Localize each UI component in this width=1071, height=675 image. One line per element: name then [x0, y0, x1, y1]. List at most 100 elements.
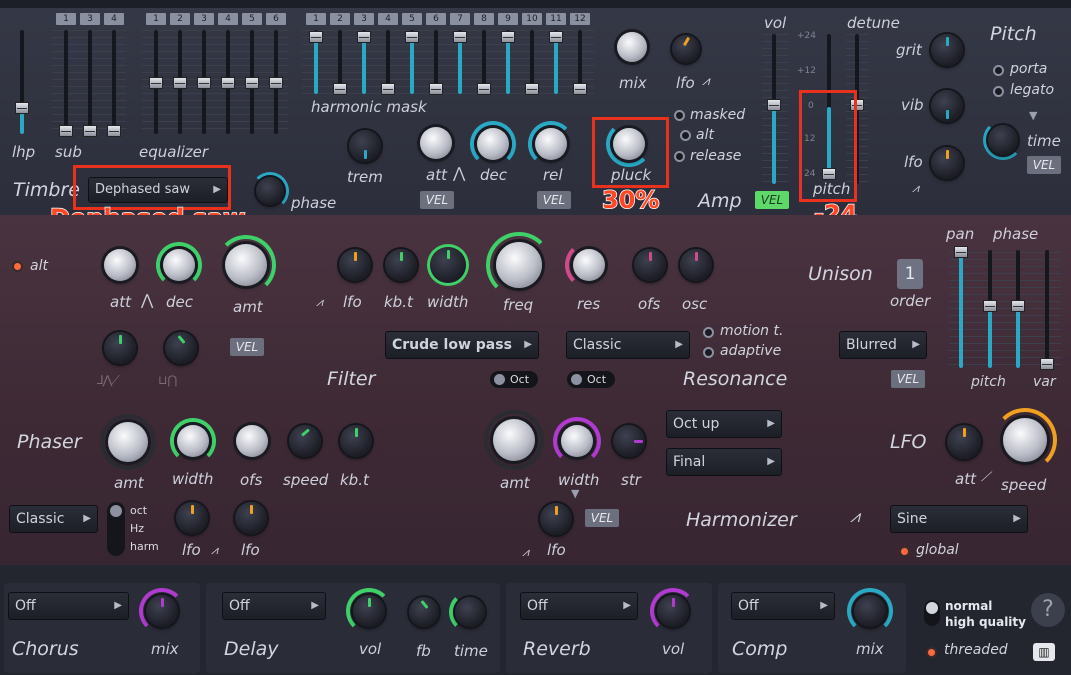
harm-str-knob[interactable]	[613, 425, 645, 457]
sub-slider-3[interactable]	[88, 30, 92, 134]
eq-handle-6[interactable]	[269, 77, 283, 89]
var-handle[interactable]	[1040, 358, 1054, 370]
unison-pitch-handle[interactable]	[983, 300, 997, 312]
delay-vol-knob[interactable]	[353, 595, 385, 627]
vol-handle[interactable]	[767, 99, 781, 111]
phaser-unit-switch[interactable]	[107, 502, 125, 556]
unison-phase-handle[interactable]	[1011, 300, 1025, 312]
phase-knob[interactable]	[256, 177, 284, 205]
pitch-lfo-knob[interactable]	[931, 147, 963, 179]
filter-lfo-knob[interactable]	[339, 249, 371, 281]
phaser-kbt-knob[interactable]	[340, 425, 372, 457]
hm-handle-1[interactable]	[309, 31, 323, 43]
filter-oct-toggle[interactable]: Oct	[490, 371, 538, 388]
lfo-global-radio[interactable]	[899, 546, 910, 557]
masked-radio[interactable]	[674, 110, 685, 121]
eq-handle-1[interactable]	[149, 77, 163, 89]
help-button[interactable]: ?	[1031, 593, 1065, 627]
filter-vel-button[interactable]: VEL	[230, 338, 264, 356]
legato-radio[interactable]	[993, 86, 1004, 97]
sub-handle-4[interactable]	[107, 125, 121, 137]
unison-mode-dropdown[interactable]: Blurred ▶	[839, 331, 927, 359]
filter-env-shape2-knob[interactable]	[165, 332, 197, 364]
filter-amt-knob[interactable]	[225, 244, 267, 286]
att-knob[interactable]	[420, 127, 452, 159]
filter-type-dropdown[interactable]: Crude low pass ▶	[385, 331, 539, 359]
phaser-ofs-knob[interactable]	[236, 425, 268, 457]
order-value[interactable]: 1	[897, 259, 923, 289]
filter-width-knob[interactable]	[430, 247, 466, 283]
mix-knob[interactable]	[617, 32, 647, 62]
ofs-knob[interactable]	[634, 249, 666, 281]
grit-knob[interactable]	[931, 34, 963, 66]
hm-handle-2[interactable]	[333, 83, 347, 95]
hm-handle-11[interactable]	[549, 31, 563, 43]
var-slider[interactable]	[1045, 250, 1049, 368]
delay-fb-knob[interactable]	[409, 597, 439, 627]
pan-handle[interactable]	[954, 246, 968, 258]
sub-handle-3[interactable]	[83, 125, 97, 137]
lfo-att-knob[interactable]	[947, 425, 981, 459]
hm-handle-5[interactable]	[405, 31, 419, 43]
unison-vel-button[interactable]: VEL	[891, 370, 925, 388]
quality-switch[interactable]	[924, 600, 940, 626]
hm-handle-8[interactable]	[477, 83, 491, 95]
delay-mode-dropdown[interactable]: Off ▶	[222, 592, 326, 620]
phaser-lfo2-knob[interactable]	[235, 502, 267, 534]
keyboard-icon[interactable]: ▥	[1033, 643, 1055, 661]
hm-handle-4[interactable]	[381, 83, 395, 95]
filter-alt-radio[interactable]	[12, 261, 23, 272]
hm-handle-7[interactable]	[453, 31, 467, 43]
motion-t-radio[interactable]	[703, 327, 714, 338]
lfo-knob[interactable]	[672, 35, 700, 63]
harm-lfo-knob[interactable]	[540, 503, 572, 535]
hm-handle-10[interactable]	[525, 83, 539, 95]
comp-mix-knob[interactable]	[854, 595, 886, 627]
comp-mode-dropdown[interactable]: Off ▶	[731, 592, 835, 620]
sub-handle-1[interactable]	[59, 125, 73, 137]
harm-amt-knob[interactable]	[493, 419, 535, 461]
resonance-type-dropdown[interactable]: Classic ▶	[566, 331, 690, 359]
vib-knob[interactable]	[931, 90, 963, 122]
sub-slider-1[interactable]	[64, 30, 68, 134]
att-vel-button[interactable]: VEL	[420, 191, 454, 209]
chorus-mix-knob[interactable]	[146, 595, 178, 627]
harm-dropdown-2[interactable]: Final ▶	[666, 448, 782, 476]
harm-dropdown-1[interactable]: Oct up ▶	[666, 410, 782, 438]
filter-dec-knob[interactable]	[163, 249, 195, 281]
eq-handle-5[interactable]	[245, 77, 259, 89]
filter-kbt-knob[interactable]	[385, 249, 417, 281]
phaser-width-knob[interactable]	[177, 425, 209, 457]
hm-handle-9[interactable]	[501, 31, 515, 43]
pitch-vel-button[interactable]: VEL	[1027, 156, 1061, 174]
phaser-lfo1-knob[interactable]	[176, 502, 208, 534]
harm-width-knob[interactable]	[561, 425, 593, 457]
threaded-radio[interactable]	[926, 647, 937, 658]
delay-time-knob[interactable]	[455, 597, 485, 627]
phaser-mode-dropdown[interactable]: Classic ▶	[9, 505, 98, 533]
phaser-amt-knob[interactable]	[108, 422, 148, 462]
amp-vel-button[interactable]: VEL	[755, 191, 789, 209]
filter-att-knob[interactable]	[104, 249, 136, 281]
alt-radio[interactable]	[680, 130, 691, 141]
rel-vel-button[interactable]: VEL	[537, 191, 571, 209]
phaser-speed-knob[interactable]	[289, 425, 321, 457]
trem-knob[interactable]	[349, 130, 381, 162]
hm-handle-6[interactable]	[429, 83, 443, 95]
reverb-mode-dropdown[interactable]: Off ▶	[520, 592, 638, 620]
release-radio[interactable]	[674, 151, 685, 162]
hm-handle-12[interactable]	[573, 83, 587, 95]
reverb-vol-knob[interactable]	[657, 595, 689, 627]
chorus-mode-dropdown[interactable]: Off ▶	[8, 592, 129, 620]
freq-knob[interactable]	[496, 242, 542, 288]
filter-env-shape1-knob[interactable]	[104, 332, 136, 364]
lfo-speed-knob[interactable]	[1003, 418, 1047, 462]
harm-vel-button[interactable]: VEL	[585, 509, 619, 527]
lfo-shape-dropdown[interactable]: Sine ▶	[890, 505, 1028, 533]
eq-handle-4[interactable]	[221, 77, 235, 89]
lhp-slider-handle[interactable]	[15, 102, 29, 114]
eq-handle-2[interactable]	[173, 77, 187, 89]
rel-knob[interactable]	[535, 128, 567, 160]
res-knob[interactable]	[573, 249, 605, 281]
sub-slider-4[interactable]	[112, 30, 116, 134]
